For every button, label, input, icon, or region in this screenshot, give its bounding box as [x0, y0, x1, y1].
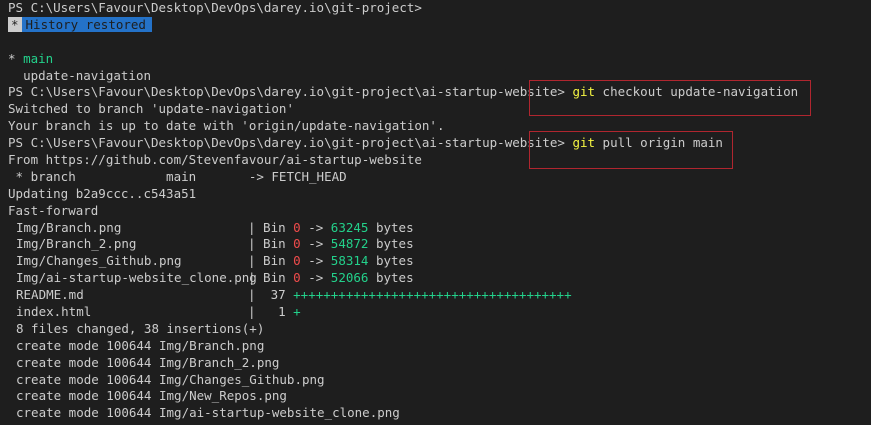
prompt-line: PS C:\Users\Favour\Desktop\DevOps\darey.…: [0, 0, 871, 17]
file-stat-row-readme: README.md | 37 ++++++++++++++++++++++++++…: [0, 287, 871, 304]
branch-other: update-navigation: [23, 67, 151, 83]
file-stat-row: Img/Changes_Github.png | Bin 0 -> 58314 b…: [0, 253, 871, 270]
unit: bytes: [368, 270, 414, 286]
new-size: 58314: [330, 253, 369, 269]
prompt-text: PS C:\Users\Favour\Desktop\DevOps\darey.…: [8, 84, 565, 100]
file-stat-row-index: index.html | 1 +: [0, 304, 871, 321]
highlight-box-pull: [529, 131, 733, 169]
new-size: 54872: [330, 236, 369, 252]
file-name: Img/Changes_Github.png: [16, 253, 182, 269]
create-line: create mode 100644 Img/New_Repos.png: [16, 388, 287, 404]
arrow: ->: [300, 236, 331, 252]
unit: bytes: [368, 236, 414, 252]
old-size: 0: [293, 270, 301, 286]
output-line: Updating b2a9ccc..c543a51: [8, 185, 197, 201]
file-stat-row: Img/ai-startup-website_clone.png| Bin 0 …: [0, 270, 871, 287]
prompt-text: PS C:\Users\Favour\Desktop\DevOps\darey.…: [8, 0, 422, 15]
file-name: Img/ai-startup-website_clone.png: [16, 270, 257, 286]
unit: bytes: [368, 253, 414, 269]
file-name: index.html: [16, 304, 92, 320]
terminal-window[interactable]: PS C:\Users\Favour\Desktop\DevOps\darey.…: [0, 0, 871, 425]
file-sep: | Bin: [248, 236, 294, 252]
prompt-text: PS C:\Users\Favour\Desktop\DevOps\darey.…: [8, 135, 565, 151]
arrow: ->: [300, 219, 331, 235]
file-stat-row: Img/Branch_2.png | Bin 0 -> 54872 bytes: [0, 236, 871, 253]
arrow: ->: [300, 253, 331, 269]
banner-star: *: [8, 16, 22, 32]
command-line-pull: PS C:\Users\Favour\Desktop\DevOps\darey.…: [0, 135, 871, 152]
old-size: 0: [293, 253, 301, 269]
highlight-box-checkout: [529, 80, 811, 116]
old-size: 0: [293, 219, 301, 235]
old-size: 0: [293, 236, 301, 252]
create-line: create mode 100644 Img/Changes_Github.pn…: [16, 371, 325, 387]
output-line: From https://github.com/Stevenfavour/ai-…: [8, 152, 422, 168]
history-banner: * History restored: [0, 16, 871, 34]
file-name: Img/Branch_2.png: [16, 236, 137, 252]
file-name: Img/Branch.png: [16, 219, 122, 235]
new-size: 63245: [330, 219, 369, 235]
output-line: Your branch is up to date with 'origin/u…: [8, 118, 445, 134]
summary-line: 8 files changed, 38 insertions(+): [16, 320, 265, 336]
new-size: 52066: [330, 270, 369, 286]
create-line: create mode 100644 Img/Branch.png: [16, 337, 265, 353]
file-name: README.md: [16, 287, 84, 303]
branch-marker: *: [8, 50, 24, 66]
branch-current-line: * main: [0, 51, 871, 68]
file-sep: | Bin: [248, 219, 294, 235]
output-line: Fast-forward: [8, 202, 99, 218]
banner-text: History restored: [21, 16, 152, 32]
change-count: | 37: [248, 287, 294, 303]
unit: bytes: [368, 219, 414, 235]
create-line: create mode 100644 Img/Branch_2.png: [16, 354, 280, 370]
insertions-graph: +++++++++++++++++++++++++++++++++++++: [293, 287, 572, 303]
arrow: ->: [300, 270, 331, 286]
change-count: | 1: [248, 304, 294, 320]
output-line: * branch main -> FETCH_HEAD: [8, 168, 347, 184]
file-sep: | Bin: [248, 253, 294, 269]
insertions-graph: +: [293, 304, 301, 320]
branch-current: main: [23, 50, 54, 66]
file-sep: | Bin: [248, 270, 294, 286]
create-line: create mode 100644 Img/ai-startup-websit…: [16, 405, 400, 421]
file-stat-row: Img/Branch.png | Bin 0 -> 63245 bytes: [0, 220, 871, 237]
